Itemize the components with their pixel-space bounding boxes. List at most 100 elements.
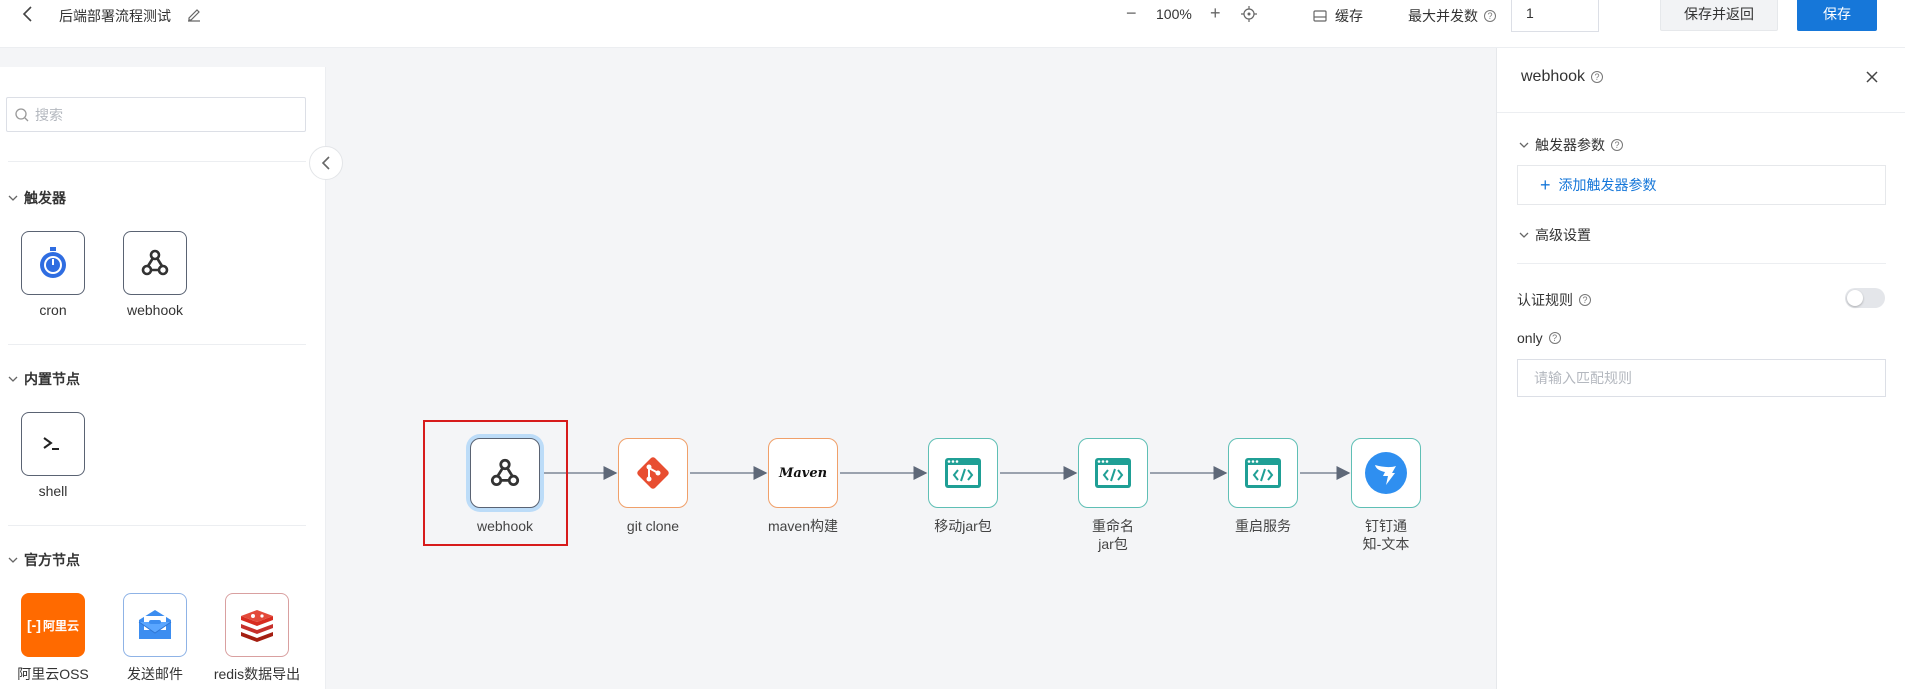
code-window-icon: [945, 458, 981, 488]
flow-connectors: [540, 466, 1351, 480]
palette-node-shell[interactable]: [21, 412, 85, 476]
only-label: only: [1517, 330, 1543, 346]
save-and-return-button[interactable]: 保存并返回: [1660, 0, 1778, 31]
cache-button[interactable]: 缓存: [1313, 6, 1363, 26]
git-icon: [637, 457, 669, 489]
aliyun-logo-text: 阿里云: [42, 618, 79, 633]
flow-node-label: git clone: [626, 518, 680, 534]
divider: [1517, 263, 1886, 264]
chevron-down-icon: [8, 376, 18, 382]
flow-node-label: 重命名jar包: [1092, 518, 1134, 552]
chevron-down-icon: [1519, 142, 1529, 148]
section-toggle-official[interactable]: 官方节点: [8, 550, 80, 570]
zoom-out-button[interactable]: −: [1126, 3, 1137, 24]
chevron-down-icon: [1519, 232, 1529, 238]
help-icon: ?: [1484, 10, 1496, 22]
pipeline-canvas[interactable]: webhook git clone Maven maven构建 移动jar包 重…: [326, 48, 1496, 689]
chevron-left-icon: [22, 6, 32, 22]
webhook-icon: [490, 458, 520, 487]
palette-label: cron: [39, 302, 67, 318]
toggle-knob: [1847, 290, 1863, 306]
auth-rule-row: 认证规则 ?: [1517, 290, 1591, 310]
only-rule-input[interactable]: 请输入匹配规则: [1517, 359, 1886, 397]
divider: [8, 161, 306, 162]
trigger-params-label: 触发器参数: [1535, 137, 1605, 153]
palette-node-send-mail[interactable]: [123, 593, 187, 657]
section-title-triggers: 触发器: [24, 190, 66, 206]
help-icon: ?: [1548, 332, 1561, 344]
palette-label: redis数据导出: [213, 666, 301, 682]
panel-title: webhook: [1521, 68, 1586, 85]
redis-icon: [241, 610, 273, 642]
max-concurrency-label: 最大并发数: [1408, 8, 1478, 24]
trigger-params-toggle[interactable]: 触发器参数 ?: [1519, 135, 1623, 155]
search-icon: [15, 107, 29, 121]
flow-node-rename-jar[interactable]: [1078, 438, 1148, 508]
pencil-icon: [188, 9, 200, 22]
save-button[interactable]: 保存: [1797, 0, 1877, 31]
section-title-official: 官方节点: [24, 552, 80, 568]
panel-header: webhook ?: [1521, 68, 1604, 86]
flow-node-webhook[interactable]: [470, 438, 540, 508]
close-panel-button[interactable]: [1865, 70, 1879, 84]
add-trigger-param-button[interactable]: + 添加触发器参数: [1517, 165, 1886, 205]
edit-title-button[interactable]: [186, 6, 202, 22]
node-library-sidebar: 搜索 触发器 cron webhook 内置节点 shell 官方节点 [-] 阿…: [0, 67, 326, 689]
max-concurrency: 最大并发数 ?: [1408, 6, 1496, 26]
flow-node-move-jar[interactable]: [928, 438, 998, 508]
palette-label: shell: [38, 483, 68, 499]
zoom-in-button[interactable]: +: [1210, 3, 1221, 24]
page-title: 后端部署流程测试: [59, 8, 171, 24]
flow-node-label: webhook: [476, 518, 534, 534]
advanced-settings-label: 高级设置: [1535, 227, 1591, 243]
cache-label: 缓存: [1335, 8, 1363, 24]
advanced-settings-toggle[interactable]: 高级设置: [1519, 225, 1591, 245]
maven-logo-text: Maven: [778, 465, 828, 481]
flow-node-maven-build[interactable]: Maven: [768, 438, 838, 508]
fit-view-button[interactable]: [1241, 6, 1257, 22]
add-trigger-param-label: 添加触发器参数: [1558, 177, 1657, 193]
help-icon: ?: [1579, 294, 1591, 306]
code-window-icon: [1245, 458, 1281, 488]
section-toggle-triggers[interactable]: 触发器: [8, 188, 66, 208]
node-config-panel: webhook ? 触发器参数 ? + 添加触发器参数 高级设置 认证规则 ? …: [1496, 48, 1905, 689]
palette-node-aliyun-oss[interactable]: [-] 阿里云: [21, 593, 85, 657]
aliyun-icon: [-] 阿里云: [26, 617, 79, 633]
auth-rule-toggle[interactable]: [1845, 288, 1885, 308]
stopwatch-icon: [40, 247, 66, 278]
chevron-down-icon: [8, 195, 18, 201]
flow-node-label: 移动jar包: [934, 518, 992, 534]
code-window-icon: [1095, 458, 1131, 488]
divider: [8, 344, 306, 345]
palette-node-webhook[interactable]: [123, 231, 187, 295]
search-input[interactable]: 搜索: [6, 97, 306, 132]
zoom-level: 100%: [1156, 6, 1192, 22]
palette-node-cron[interactable]: [21, 231, 85, 295]
chevron-down-icon: [8, 557, 18, 563]
search-placeholder: 搜索: [35, 106, 63, 123]
mail-icon: [138, 610, 172, 639]
top-bar: 后端部署流程测试 − 100% + 缓存 最大并发数 ? 1 保存并返回 保存: [0, 0, 1905, 48]
palette-label: 阿里云OSS: [17, 666, 89, 682]
flow-node-label: maven构建: [767, 518, 839, 534]
palette-label: webhook: [126, 302, 184, 318]
maven-icon: Maven: [779, 466, 827, 481]
palette-node-redis-export[interactable]: [225, 593, 289, 657]
save-disk-icon: [1313, 10, 1327, 22]
back-button[interactable]: [20, 5, 36, 23]
webhook-icon: [141, 249, 169, 276]
only-rule-placeholder: 请输入匹配规则: [1534, 370, 1632, 386]
plus-icon: +: [1540, 174, 1551, 195]
palette-label: 发送邮件: [127, 666, 183, 682]
divider: [8, 525, 306, 526]
section-title-builtin: 内置节点: [24, 371, 80, 387]
only-row: only ?: [1517, 330, 1561, 346]
flow-node-restart-service[interactable]: [1228, 438, 1298, 508]
crosshair-icon: [1241, 6, 1257, 22]
flow-node-label: 钉钉通知-文本: [1362, 518, 1410, 552]
terminal-icon: [43, 437, 59, 450]
max-concurrency-input[interactable]: 1: [1511, 0, 1599, 32]
flow-node-dingtalk-text[interactable]: [1351, 438, 1421, 508]
flow-node-git-clone[interactable]: [618, 438, 688, 508]
section-toggle-builtin[interactable]: 内置节点: [8, 369, 80, 389]
